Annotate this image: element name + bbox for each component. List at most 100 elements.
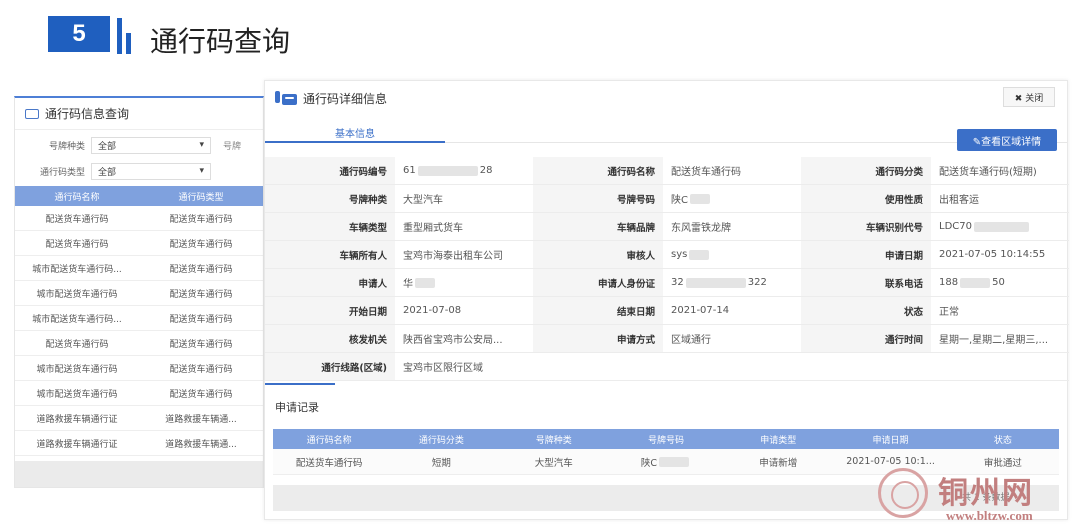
value-text: 32 (671, 277, 684, 288)
field-label: 状态 (801, 297, 931, 324)
field-value: 宝鸡市海泰出租车公司 (395, 241, 533, 268)
list-item[interactable]: 城市配送货车通行码 配送货车通行码 (15, 356, 263, 381)
list-item[interactable]: 城市配送货车通行码 配送货车通行码 (15, 281, 263, 306)
list-cell: 城市配送货车通行码 (36, 389, 118, 400)
field-value: 星期一,星期二,星期三,... (931, 325, 1069, 352)
detail-row: 核发机关 陕西省宝鸡市公安局... 申请方式 区域通行 通行时间 星期一,星期二,星期三,… (265, 325, 1069, 353)
plate-type-select[interactable]: 全部 ▾ (91, 136, 211, 154)
cell-text: 大型汽车 (534, 457, 573, 469)
list-cell: 配送货车通行码 (169, 339, 233, 350)
redacted-block (689, 193, 710, 204)
list-item[interactable]: 道路救援车辆通行证 道路救援车辆通... (15, 406, 263, 431)
field-value: 2021-07-14 (663, 297, 801, 324)
table-cell: 大型汽车 (498, 449, 610, 474)
value-text: 重型厢式货车 (403, 223, 463, 234)
list-item[interactable]: 配送货车通行码 配送货车通行码 (15, 331, 263, 356)
redacted-block (415, 277, 435, 288)
value-text: 宝鸡市区限行区域 (403, 363, 483, 374)
field-value: 大型汽车 (395, 185, 533, 212)
field-value: 32 322 (663, 269, 801, 296)
value-text: 2021-07-05 10:14:55 (939, 249, 1046, 260)
column-header: 通行码类型 (178, 192, 224, 203)
field-label: 核发机关 (265, 325, 395, 352)
list-item[interactable]: 城市配送货车通行码 配送货车通行码 (15, 381, 263, 406)
close-button[interactable]: ✖ 关闭 (1003, 87, 1055, 107)
list-cell: 道路救援车辆通... (165, 414, 237, 425)
list-cell: 城市配送货车通行码 (36, 364, 118, 375)
list-item[interactable]: 配送货车通行码 配送货车通行码 (15, 231, 263, 256)
value-text: 华 (403, 279, 413, 290)
detail-panel-header: 通行码详细信息 (265, 81, 1067, 115)
field-label: 申请人 (265, 269, 395, 296)
caret-down-icon: ▾ (199, 140, 204, 150)
table-cell: 陕C (610, 449, 722, 474)
watermark-text: 铜州网 (938, 476, 1034, 511)
column-header: 申请类型 (760, 435, 797, 446)
tab-basic-info[interactable]: 基本信息 (265, 125, 445, 143)
watermark-logo (878, 468, 928, 518)
detail-row: 通行线路(区域) 宝鸡市区限行区域 (265, 353, 1069, 381)
detail-row: 通行码编号 61 28 通行码名称 配送货车通行码 通行码分类 配送货车通行码(短期) (265, 157, 1069, 185)
field-label: 号牌种类 (265, 185, 395, 212)
column-header: 号牌种类 (535, 435, 572, 446)
field-value: 2021-07-08 (395, 297, 533, 324)
query-panel-title: 通行码信息查询 (45, 107, 130, 121)
list-cell: 配送货车通行码 (169, 239, 233, 250)
detail-panel-title: 通行码详细信息 (303, 91, 388, 106)
code-type-select[interactable]: 全部 ▾ (91, 162, 211, 180)
card-icon (25, 108, 39, 119)
field-value: LDC70 (931, 213, 1069, 240)
value-text: 东风雷铁龙牌 (671, 223, 731, 234)
view-region-button[interactable]: ✎查看区域详情 (957, 129, 1057, 151)
list-cell: 城市配送货车通行码 (36, 289, 118, 300)
list-cell: 道路救援车辆通行证 (36, 439, 118, 450)
value-text: 陕西省宝鸡市公安局... (403, 335, 503, 346)
field-label: 申请日期 (801, 241, 931, 268)
table-cell: 配送货车通行码 (273, 449, 385, 474)
value-text: 188 (939, 277, 959, 288)
cell-text: 申请新增 (759, 457, 798, 469)
field-value: 陕C (663, 185, 801, 212)
value-text: 2021-07-14 (671, 305, 730, 316)
field-value: 陕西省宝鸡市公安局... (395, 325, 533, 352)
column-header: 通行码分类 (418, 435, 464, 446)
column-header: 申请日期 (872, 435, 909, 446)
field-value: 正常 (931, 297, 1069, 324)
field-label: 通行时间 (801, 325, 931, 352)
list-item[interactable]: 城市配送货车通行码... 配送货车通行码 (15, 256, 263, 281)
filter-label: 号牌种类 (48, 141, 85, 152)
list-cell: 配送货车通行码 (169, 364, 233, 375)
field-value: 188 50 (931, 269, 1069, 296)
value-text: 出租客运 (939, 195, 979, 206)
redacted-block (973, 221, 1029, 232)
redacted-block (685, 277, 746, 288)
cell-text: 审批通过 (983, 457, 1022, 469)
field-label: 申请人身份证 (533, 269, 663, 296)
section-number: 5 (48, 16, 110, 52)
value-text: 陕C (671, 195, 688, 206)
value-text: 61 (403, 165, 416, 176)
cell-text: 短期 (431, 457, 451, 469)
table-cell: 申请新增 (722, 449, 834, 474)
title-accent-bar-short (126, 33, 131, 54)
list-item[interactable]: 配送货车通行码 配送货车通行码 (15, 206, 263, 231)
list-cell: 道路救援车辆通行证 (36, 414, 118, 425)
detail-icon (275, 91, 297, 105)
table-cell: 短期 (385, 449, 497, 474)
detail-row: 号牌种类 大型汽车 号牌号码 陕C 使用性质 出租客运 (265, 185, 1069, 213)
field-label: 车辆类型 (265, 213, 395, 240)
field-value: 配送货车通行码(短期) (931, 157, 1069, 184)
field-value: 东风雷铁龙牌 (663, 213, 801, 240)
field-value: sys (663, 241, 801, 268)
field-value: 出租客运 (931, 185, 1069, 212)
field-label: 审核人 (533, 241, 663, 268)
field-label: 联系电话 (801, 269, 931, 296)
value-text: LDC70 (939, 221, 972, 232)
detail-row: 车辆类型 重型厢式货车 车辆品牌 东风雷铁龙牌 车辆识别代号 LDC70 (265, 213, 1069, 241)
field-value: 配送货车通行码 (663, 157, 801, 184)
records-table-header: 通行码名称 通行码分类 号牌种类 号牌号码 申请类型 申请日期 状态 (273, 429, 1059, 449)
list-item[interactable]: 城市配送货车通行码... 配送货车通行码 (15, 306, 263, 331)
watermark: 共 1 条数据 铜州网 www.bltzw.com (878, 468, 1068, 526)
field-value: 2021-07-05 10:14:55 (931, 241, 1069, 268)
list-item[interactable]: 道路救援车辆通行证 道路救援车辆通... (15, 431, 263, 456)
